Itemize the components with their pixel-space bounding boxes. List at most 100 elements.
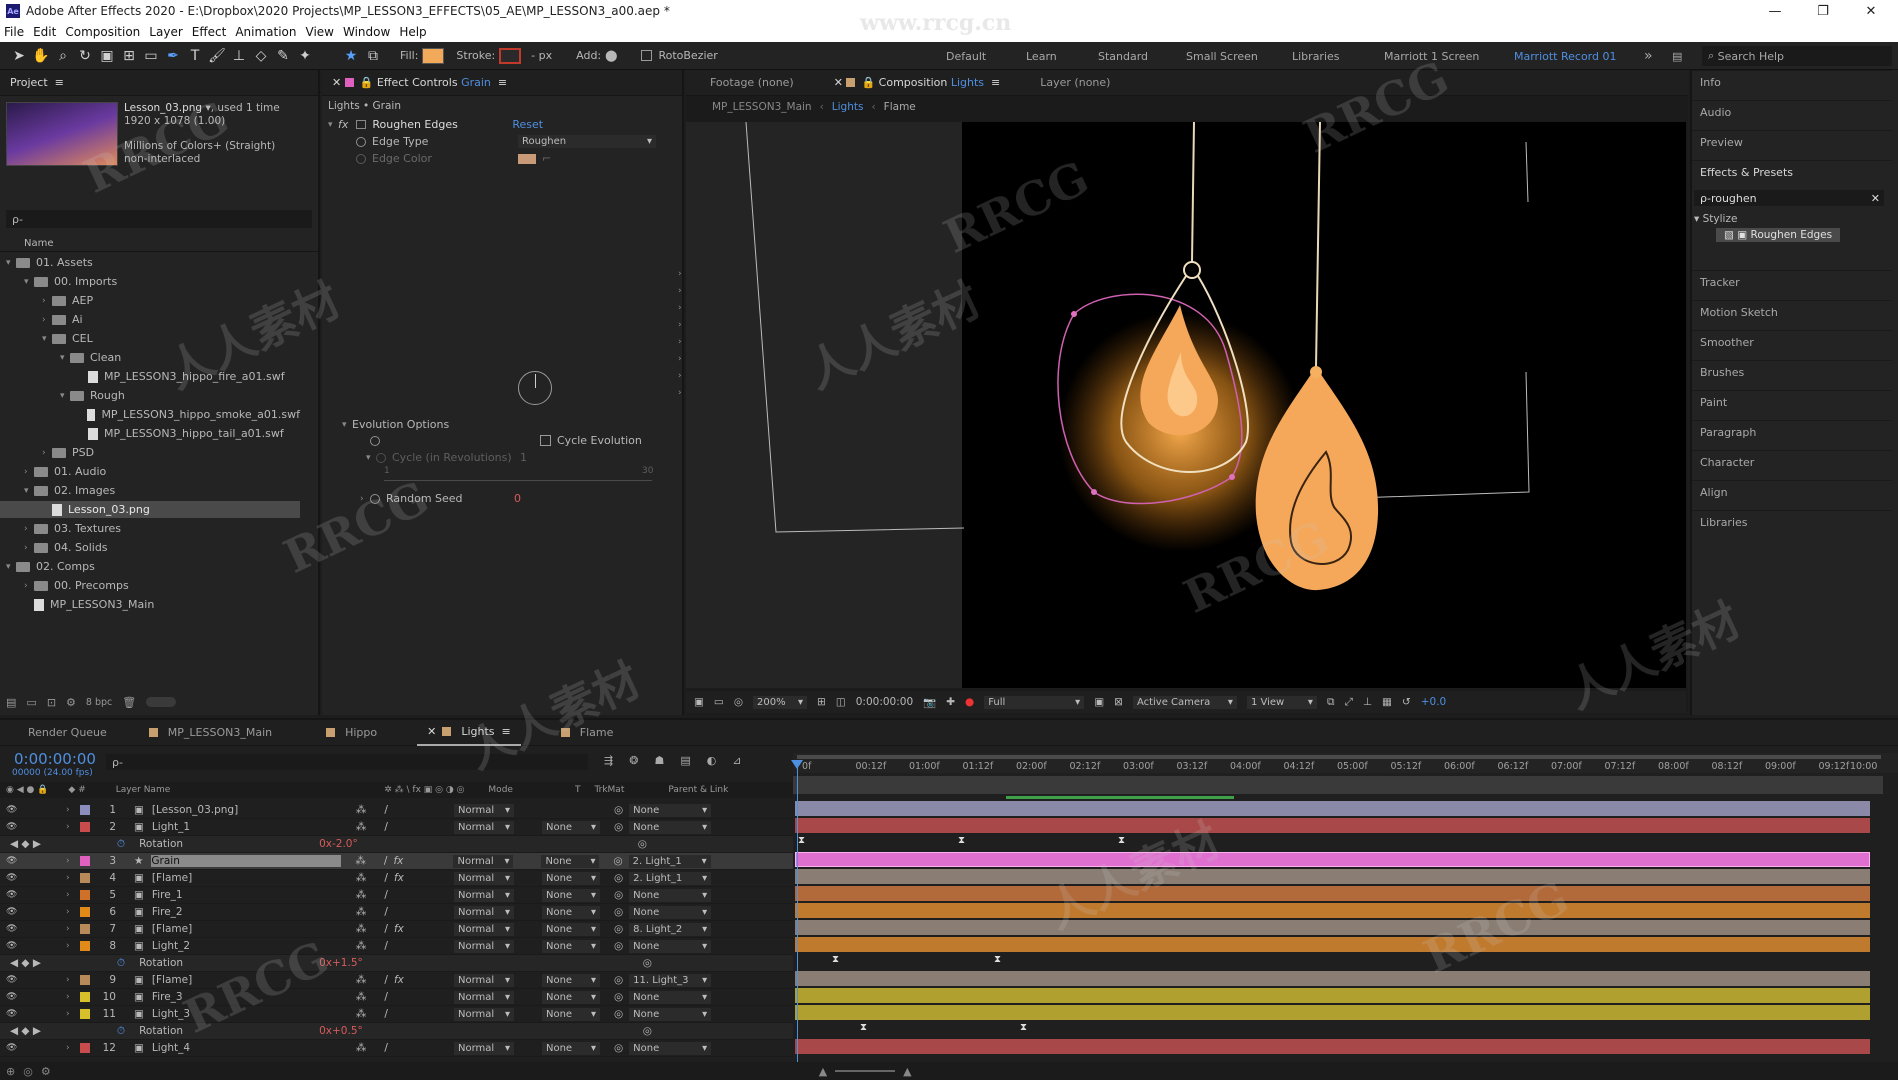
trkmat-dropdown[interactable]: None ▾: [541, 871, 600, 885]
menu-file[interactable]: File: [4, 25, 24, 39]
panel-motion-sketch[interactable]: Motion Sketch: [1692, 300, 1892, 324]
visibility-eye-icon[interactable]: 👁: [6, 1043, 66, 1053]
project-tree-item[interactable]: MP_LESSON3_hippo_tail_a01.swf: [0, 425, 300, 442]
panel-preview[interactable]: Preview: [1692, 130, 1892, 154]
quality-switch-icon[interactable]: /: [384, 923, 388, 935]
project-tree-item[interactable]: › 03. Textures: [0, 520, 300, 537]
stopwatch-icon[interactable]: ⏱: [117, 838, 125, 851]
timeline-search-input[interactable]: ρ-: [106, 754, 588, 770]
parent-pickwhip-icon[interactable]: ◎: [614, 940, 623, 952]
frame-blending-icon[interactable]: ▤: [680, 754, 690, 767]
layer-name[interactable]: Light_2: [152, 940, 342, 952]
parent-dropdown[interactable]: None ▾: [629, 1041, 712, 1055]
property-value[interactable]: 0x-2.0°: [319, 838, 358, 850]
zoom-in-icon[interactable]: ▲: [903, 1065, 911, 1078]
keyframe-icon[interactable]: ⧗: [994, 954, 1001, 965]
keyframe-navigator-icon[interactable]: ◀ ◆ ▶: [10, 838, 41, 850]
nav-lights-comp[interactable]: Lights: [832, 101, 864, 113]
layer-name[interactable]: Fire_1: [152, 889, 342, 901]
project-tree-item[interactable]: › 00. Precomps: [0, 577, 300, 594]
panel-tracker[interactable]: Tracker: [1692, 270, 1892, 294]
zoom-tool-icon[interactable]: ⌕: [52, 45, 74, 67]
stopwatch-icon[interactable]: ⏱: [117, 1025, 125, 1038]
always-preview-icon[interactable]: ▣: [694, 696, 704, 708]
maximize-button[interactable]: ❐: [1800, 0, 1846, 22]
layer-mode-dropdown[interactable]: Normal ▾: [453, 973, 514, 987]
layer-mode-dropdown[interactable]: Normal ▾: [453, 922, 514, 936]
rotobezier-checkbox[interactable]: [641, 50, 653, 61]
brush-tool-icon[interactable]: 🖌: [206, 45, 228, 67]
quality-switch-icon[interactable]: /: [384, 906, 388, 918]
tab-footage[interactable]: Footage (none): [700, 70, 804, 96]
quality-switch-icon[interactable]: /: [384, 991, 388, 1003]
workspace-small-screen[interactable]: Small Screen: [1186, 42, 1258, 70]
parent-pickwhip-icon[interactable]: ◎: [614, 804, 623, 816]
pickwhip-icon[interactable]: ◎: [638, 838, 647, 850]
layer-name[interactable]: Light_4: [152, 1042, 342, 1054]
tab-layer[interactable]: Layer (none): [1030, 70, 1120, 96]
nav-main-comp[interactable]: MP_LESSON3_Main: [712, 101, 812, 113]
visibility-eye-icon[interactable]: 👁: [6, 805, 66, 815]
keyframe-icon[interactable]: ⧗: [1118, 835, 1125, 846]
stroke-color-swatch[interactable]: [499, 47, 522, 64]
shy-switch-icon[interactable]: ⁂: [356, 1042, 367, 1054]
visibility-eye-icon[interactable]: 👁: [6, 992, 66, 1002]
keyframe-navigator-icon[interactable]: ◀ ◆ ▶: [10, 1025, 41, 1037]
channel-icon[interactable]: ✚: [946, 696, 955, 708]
stopwatch-icon[interactable]: [356, 136, 366, 147]
quality-switch-icon[interactable]: /: [384, 855, 388, 867]
panel-libraries[interactable]: Libraries: [1692, 510, 1892, 534]
tab-mp-lesson3-main[interactable]: MP_LESSON3_Main: [139, 720, 282, 746]
trkmat-dropdown[interactable]: None ▾: [541, 973, 600, 987]
shy-switch-icon[interactable]: ⁂: [356, 804, 367, 816]
parent-dropdown[interactable]: 11. Light_3 ▾: [629, 973, 712, 987]
rectangle-tool-icon[interactable]: ▭: [140, 45, 162, 67]
nav-flame-comp[interactable]: Flame: [884, 101, 916, 113]
trkmat-dropdown[interactable]: None ▾: [541, 939, 600, 953]
close-icon[interactable]: ✕: [332, 76, 345, 89]
chevron-icon[interactable]: ›: [24, 524, 34, 534]
parent-dropdown[interactable]: None ▾: [629, 1007, 712, 1021]
layer-mode-dropdown[interactable]: Normal ▾: [453, 990, 514, 1004]
trkmat-dropdown[interactable]: None ▾: [541, 905, 600, 919]
render-time-icon[interactable]: ⚙: [41, 1065, 51, 1078]
visibility-eye-icon[interactable]: 👁: [6, 1009, 66, 1019]
trkmat-dropdown[interactable]: None ▾: [541, 1041, 600, 1055]
selection-tool-icon[interactable]: ➤: [8, 45, 30, 67]
chevron-icon[interactable]: ›: [24, 467, 34, 477]
camera-tool-icon[interactable]: ▣: [96, 45, 118, 67]
expand-chevron-icon[interactable]: ›: [66, 975, 76, 985]
chevron-icon[interactable]: ▾: [24, 277, 34, 287]
project-tree-item[interactable]: ▾ 00. Imports: [0, 273, 300, 290]
quality-switch-icon[interactable]: /: [384, 821, 388, 833]
menu-help[interactable]: Help: [399, 25, 426, 39]
layer-mode-dropdown[interactable]: Normal ▾: [453, 854, 514, 868]
chevron-icon[interactable]: ›: [42, 315, 52, 325]
parent-pickwhip-icon[interactable]: ◎: [614, 974, 623, 986]
graph-editor-icon[interactable]: ⊿: [732, 754, 741, 767]
parent-pickwhip-icon[interactable]: ◎: [614, 906, 623, 918]
project-tree-item[interactable]: › PSD: [0, 444, 300, 461]
eyedropper-icon[interactable]: ⌐: [542, 152, 551, 165]
layer-mode-dropdown[interactable]: Normal ▾: [453, 820, 514, 834]
workspace-default[interactable]: Default: [946, 42, 986, 70]
label-color-swatch[interactable]: [80, 975, 90, 985]
workspace-overflow-button[interactable]: »: [1644, 42, 1653, 70]
panel-audio[interactable]: Audio: [1692, 100, 1892, 124]
layer-name[interactable]: Light_1: [152, 821, 342, 833]
thumbnail-slider[interactable]: [146, 697, 177, 707]
column-name-label[interactable]: Name: [24, 238, 54, 249]
col-mode[interactable]: Mode: [488, 785, 513, 795]
edge-type-dropdown[interactable]: Roughen ▾: [518, 135, 656, 148]
menu-edit[interactable]: Edit: [33, 25, 56, 39]
chevron-icon[interactable]: ▾: [6, 258, 16, 268]
workspace-standard[interactable]: Standard: [1098, 42, 1148, 70]
panel-effects-presets[interactable]: Effects & Presets: [1692, 160, 1892, 184]
chevron-icon[interactable]: ›: [42, 448, 52, 458]
layer-duration-bar[interactable]: [795, 971, 1870, 986]
label-color-swatch[interactable]: [80, 856, 90, 866]
property-value[interactable]: 0x+0.5°: [319, 1025, 363, 1037]
toggle-pixel-aspect-icon[interactable]: ⧉: [1327, 696, 1335, 709]
motion-blur-icon[interactable]: ◐: [707, 754, 717, 767]
evolution-options-group[interactable]: ▾ Evolution Options: [342, 416, 449, 433]
